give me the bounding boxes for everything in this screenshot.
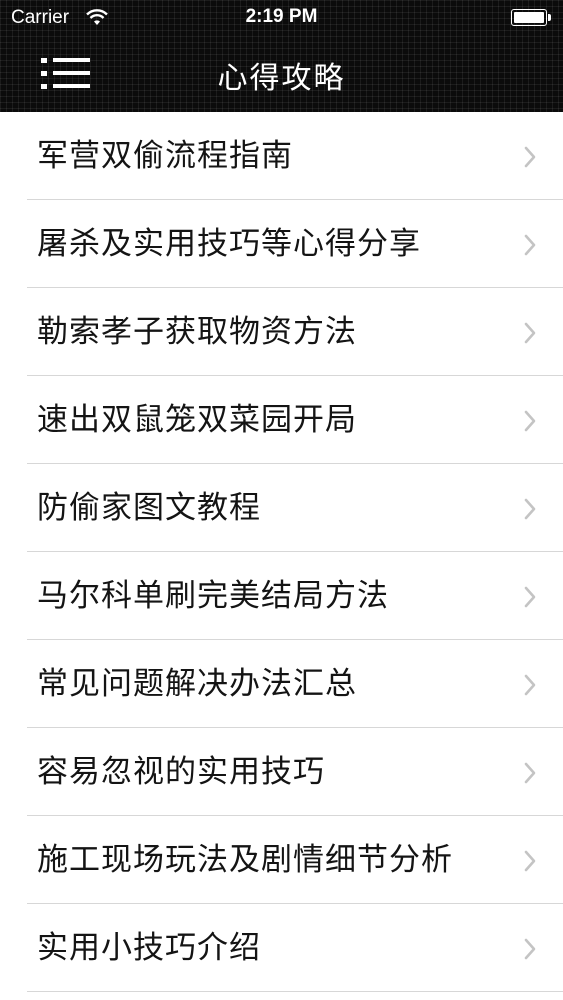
battery-body: [511, 9, 547, 26]
chevron-right-icon: [524, 674, 536, 696]
chevron-right-icon: [524, 586, 536, 608]
top-bar: Carrier 2:19 PM 心得攻略: [0, 0, 563, 112]
list-item[interactable]: 实用小技巧介绍: [0, 904, 563, 992]
list-item[interactable]: 勒索孝子获取物资方法: [0, 288, 563, 376]
list-item-label: 容易忽视的实用技巧: [37, 754, 325, 790]
page-title: 心得攻略: [217, 61, 346, 96]
chevron-right-icon: [524, 234, 536, 256]
list-item[interactable]: 屠杀及实用技巧等心得分享: [0, 200, 563, 288]
list-item-label: 马尔科单刷完美结局方法: [37, 578, 389, 614]
list-item-label: 勒索孝子获取物资方法: [37, 314, 357, 350]
guide-list: 军营双偷流程指南 屠杀及实用技巧等心得分享 勒索孝子获取物资方法 速出双鼠笼双菜…: [0, 112, 563, 992]
battery-tip: [548, 14, 551, 21]
chevron-right-icon: [524, 146, 536, 168]
chevron-right-icon: [524, 762, 536, 784]
status-bar: Carrier 2:19 PM: [0, 0, 563, 36]
chevron-right-icon: [524, 938, 536, 960]
list-item-label: 常见问题解决办法汇总: [37, 666, 357, 702]
chevron-right-icon: [524, 850, 536, 872]
list-item-label: 军营双偷流程指南: [37, 138, 293, 174]
battery-icon: [511, 9, 551, 26]
status-time: 2:19 PM: [245, 6, 318, 27]
chevron-right-icon: [524, 498, 536, 520]
list-item[interactable]: 容易忽视的实用技巧: [0, 728, 563, 816]
list-item[interactable]: 军营双偷流程指南: [0, 112, 563, 200]
list-item-label: 防偷家图文教程: [37, 490, 261, 526]
battery-fill: [514, 12, 544, 23]
chevron-right-icon: [524, 322, 536, 344]
list-item[interactable]: 施工现场玩法及剧情细节分析: [0, 816, 563, 904]
list-item-label: 施工现场玩法及剧情细节分析: [37, 842, 453, 878]
list-item-label: 实用小技巧介绍: [37, 930, 261, 966]
list-item[interactable]: 常见问题解决办法汇总: [0, 640, 563, 728]
chevron-right-icon: [524, 410, 536, 432]
list-item[interactable]: 速出双鼠笼双菜园开局: [0, 376, 563, 464]
list-item-label: 速出双鼠笼双菜园开局: [37, 402, 357, 438]
list-item-label: 屠杀及实用技巧等心得分享: [37, 226, 421, 262]
list-item[interactable]: 防偷家图文教程: [0, 464, 563, 552]
list-item[interactable]: 马尔科单刷完美结局方法: [0, 552, 563, 640]
nav-bar: 心得攻略: [0, 36, 563, 112]
